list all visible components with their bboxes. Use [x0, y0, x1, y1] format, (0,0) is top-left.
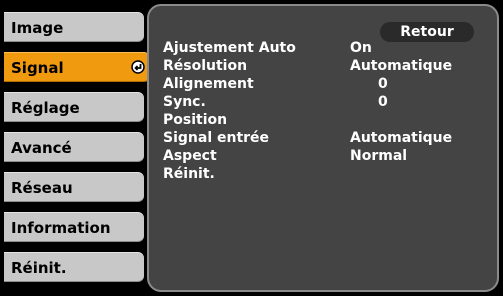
row-aspect[interactable]: Aspect	[163, 148, 217, 165]
row-signal-entree[interactable]: Signal entrée	[163, 130, 269, 147]
row-signal-entree-value: Automatique	[350, 130, 453, 146]
tab-reinit[interactable]: Réinit.	[4, 252, 144, 282]
tab-signal[interactable]: Signal	[4, 52, 150, 82]
row-reinit[interactable]: Réinit.	[163, 166, 215, 183]
row-position[interactable]: Position	[163, 112, 227, 129]
row-ajustement-auto[interactable]: Ajustement Auto	[163, 40, 296, 57]
tab-image[interactable]: Image	[4, 12, 144, 42]
row-resolution[interactable]: Résolution	[163, 58, 247, 75]
row-aspect-value: Normal	[350, 148, 408, 164]
row-resolution-value: Automatique	[350, 58, 453, 74]
row-ajustement-auto-value: On	[350, 40, 372, 56]
tab-reglage[interactable]: Réglage	[4, 92, 144, 122]
tab-reseau[interactable]: Réseau	[4, 172, 144, 202]
tab-avance[interactable]: Avancé	[4, 132, 144, 162]
back-button[interactable]: Retour	[380, 22, 474, 42]
menu-sidebar: Image Signal Réglage Avancé Réseau Infor…	[0, 0, 150, 296]
row-alignement[interactable]: Alignement	[163, 76, 254, 93]
tab-information[interactable]: Information	[4, 212, 144, 242]
row-sync-value: 0	[378, 94, 388, 110]
row-alignement-value: 0	[378, 76, 388, 92]
tab-signal-label: Signal	[11, 59, 64, 77]
row-sync[interactable]: Sync.	[163, 94, 206, 111]
enter-icon	[131, 60, 145, 74]
